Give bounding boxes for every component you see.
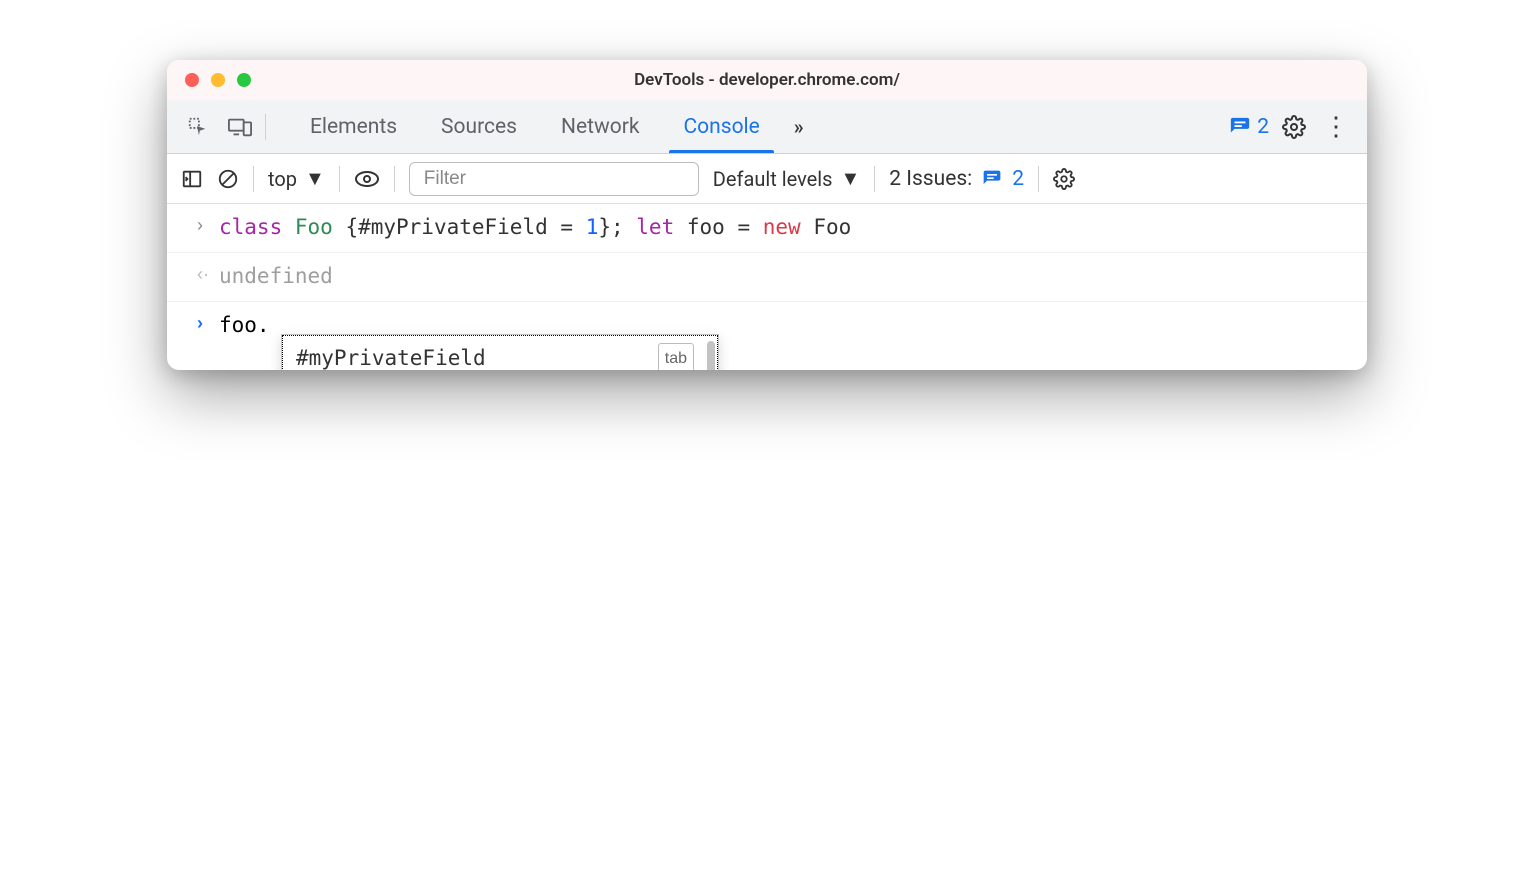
autocomplete-item[interactable]: #myPrivateField tab: [282, 335, 718, 370]
maximize-button[interactable]: [237, 73, 251, 87]
console-output: undefined: [219, 257, 1349, 297]
log-levels-selector[interactable]: Default levels ▼: [713, 166, 860, 191]
device-toggle-icon[interactable]: [223, 110, 257, 144]
autocomplete-popup: #myPrivateField tab __defineGetter__ __d…: [281, 334, 719, 370]
settings-icon[interactable]: [1277, 110, 1311, 144]
divider: [394, 166, 395, 192]
prompt-chevron-icon: ›: [197, 306, 219, 346]
clear-console-icon[interactable]: [217, 168, 239, 190]
issues-label: 2 Issues:: [889, 167, 972, 191]
input-chevron-icon: ›: [197, 208, 219, 248]
issues-badge[interactable]: 2: [1229, 115, 1269, 139]
context-label: top: [268, 167, 297, 191]
kebab-menu-icon[interactable]: ⋮: [1319, 112, 1353, 142]
divider: [253, 166, 254, 192]
filter-input[interactable]: [409, 162, 699, 196]
issues-badge-count: 2: [1257, 115, 1269, 139]
main-toolbar: Elements Sources Network Console » 2 ⋮: [167, 100, 1367, 154]
divider: [265, 114, 266, 140]
console-input-row: › class Foo {#myPrivateField = 1}; let f…: [167, 204, 1367, 253]
minimize-button[interactable]: [211, 73, 225, 87]
devtools-window: DevTools - developer.chrome.com/ Element…: [167, 60, 1367, 370]
output-chevron-icon: ‹·: [197, 257, 219, 297]
console-toolbar: top ▼ Default levels ▼ 2 Issues: 2: [167, 154, 1367, 204]
tab-bar: Elements Sources Network Console »: [288, 100, 816, 153]
traffic-lights: [185, 73, 251, 87]
dropdown-icon: ▼: [305, 166, 325, 191]
inspect-element-icon[interactable]: [181, 110, 215, 144]
autocomplete-item-label: #myPrivateField: [296, 339, 486, 370]
context-selector[interactable]: top ▼: [268, 166, 325, 191]
close-button[interactable]: [185, 73, 199, 87]
levels-label: Default levels: [713, 167, 833, 191]
dropdown-icon: ▼: [840, 166, 860, 191]
console-code-line: class Foo {#myPrivateField = 1}; let foo…: [219, 208, 1349, 248]
window-title: DevTools - developer.chrome.com/: [167, 70, 1367, 90]
toggle-sidebar-icon[interactable]: [181, 168, 203, 190]
issues-count: 2: [1012, 167, 1024, 191]
tab-console[interactable]: Console: [661, 100, 781, 153]
tab-sources[interactable]: Sources: [419, 100, 539, 153]
tab-hint: tab: [658, 343, 694, 370]
more-tabs-icon[interactable]: »: [782, 100, 816, 153]
divider: [1038, 166, 1039, 192]
console-body: › class Foo {#myPrivateField = 1}; let f…: [167, 204, 1367, 370]
tab-network[interactable]: Network: [539, 100, 662, 153]
titlebar: DevTools - developer.chrome.com/: [167, 60, 1367, 100]
tab-elements[interactable]: Elements: [288, 100, 419, 153]
scrollbar[interactable]: [707, 341, 715, 370]
divider: [874, 166, 875, 192]
divider: [339, 166, 340, 192]
console-settings-icon[interactable]: [1053, 168, 1075, 190]
console-output-row: ‹· undefined: [167, 253, 1367, 302]
live-expression-icon[interactable]: [354, 169, 380, 189]
issues-counter[interactable]: 2 Issues: 2: [889, 167, 1024, 191]
